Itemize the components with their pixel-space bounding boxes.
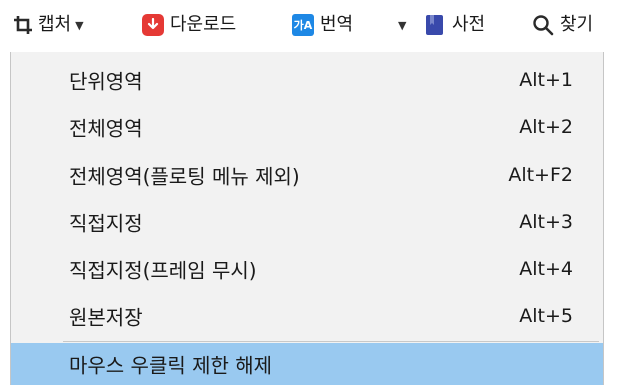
download-button[interactable]: 다운로드 (142, 10, 236, 40)
menu-item-label: 마우스 우클릭 제한 해제 (69, 353, 273, 378)
crop-icon (12, 14, 34, 36)
chevron-down-icon: ▼ (75, 18, 84, 32)
menu-item-full-area[interactable]: 전체영역 Alt+2 (11, 105, 603, 148)
menu-item-label: 직접지정 (69, 211, 143, 235)
capture-dropdown-menu: 단위영역 Alt+1 전체영역 Alt+2 전체영역(플로팅 메뉴 제외) Al… (10, 52, 604, 385)
menu-item-label: 원본저장 (69, 305, 143, 329)
menu-item-shortcut: Alt+5 (519, 304, 573, 327)
translate-icon: 가A (292, 14, 314, 36)
menu-item-shortcut: Alt+2 (519, 115, 573, 138)
capture-label: 캡처 (38, 14, 72, 35)
download-icon (142, 14, 164, 36)
menu-item-unit-area[interactable]: 단위영역 Alt+1 (11, 58, 603, 101)
menu-item-save-original[interactable]: 원본저장 Alt+5 (11, 294, 603, 337)
chevron-down-icon: ▼ (398, 18, 407, 32)
search-label: 찾기 (560, 14, 594, 35)
download-label: 다운로드 (170, 14, 237, 35)
dictionary-button[interactable]: 사전 (424, 10, 485, 40)
menu-item-custom-area-ignore-frame[interactable]: 직접지정(프레임 무시) Alt+4 (11, 247, 603, 290)
menu-item-label: 전체영역 (69, 116, 143, 140)
translate-dropdown-button[interactable]: ▼ (398, 10, 406, 40)
toolbar: 캡처 ▼ 다운로드 가A 번역 ▼ 사전 찾기 (0, 0, 643, 52)
translate-label: 번역 (320, 14, 354, 35)
book-icon (424, 13, 446, 37)
dictionary-label: 사전 (452, 14, 486, 35)
search-icon (532, 14, 554, 36)
menu-item-disable-right-click-block[interactable]: 마우스 우클릭 제한 해제 (11, 343, 603, 385)
menu-item-shortcut: Alt+3 (519, 210, 573, 233)
capture-menu-button[interactable]: 캡처 ▼ (12, 10, 84, 40)
menu-item-full-area-exclude-floating[interactable]: 전체영역(플로팅 메뉴 제외) Alt+F2 (11, 153, 603, 196)
menu-item-label: 단위영역 (69, 69, 143, 93)
search-button[interactable]: 찾기 (532, 10, 593, 40)
menu-separator (63, 341, 599, 342)
menu-item-shortcut: Alt+4 (519, 257, 573, 280)
menu-item-label: 전체영역(플로팅 메뉴 제외) (69, 164, 300, 188)
translate-button[interactable]: 가A 번역 (292, 10, 353, 40)
menu-item-label: 직접지정(프레임 무시) (69, 258, 257, 282)
menu-item-shortcut: Alt+F2 (508, 163, 573, 186)
menu-item-shortcut: Alt+1 (519, 68, 573, 91)
menu-item-custom-area[interactable]: 직접지정 Alt+3 (11, 200, 603, 243)
